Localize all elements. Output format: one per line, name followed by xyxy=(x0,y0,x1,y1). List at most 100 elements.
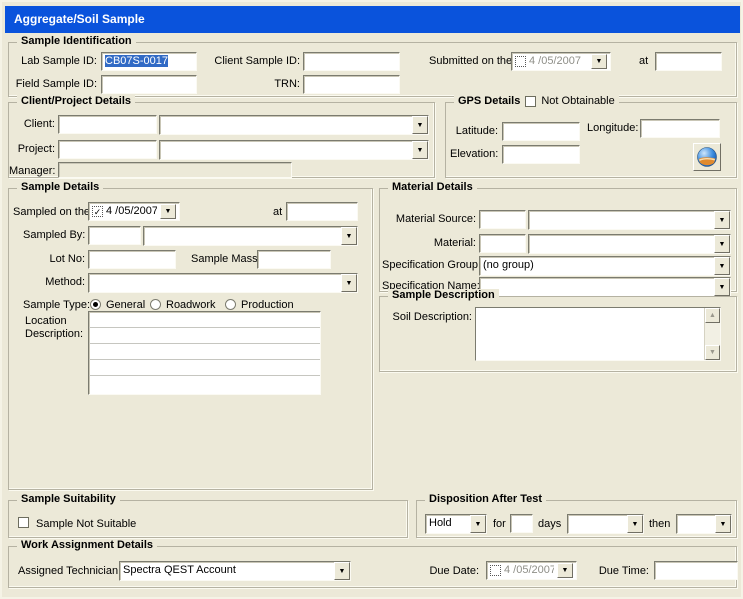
location-description-row[interactable] xyxy=(89,312,320,328)
material-code-field[interactable] xyxy=(479,234,526,253)
scroll-up-icon[interactable]: ▲ xyxy=(705,308,720,323)
gps-not-obtainable-checkbox[interactable]: ✓ xyxy=(525,96,536,107)
material-source-label: Material Source: xyxy=(386,213,476,226)
specification-group-label: Specification Group: xyxy=(382,259,476,272)
client-code-field[interactable] xyxy=(58,115,157,134)
group-title-sample-description: Sample Description xyxy=(392,289,495,301)
disposition-action-value: Hold xyxy=(426,515,470,533)
method-label: Method: xyxy=(39,276,85,289)
group-material-details: Material Details Material Source: ▼ Mate… xyxy=(379,188,737,292)
scroll-down-icon[interactable]: ▼ xyxy=(705,345,720,360)
assigned-technician-value: Spectra QEST Account xyxy=(120,562,334,580)
chevron-down-icon[interactable]: ▼ xyxy=(160,204,176,219)
gps-not-obtainable-label: Not Obtainable xyxy=(541,95,614,107)
soil-description-textarea[interactable]: ▲ ▼ xyxy=(475,307,721,361)
chevron-down-icon[interactable]: ▼ xyxy=(714,235,730,253)
window-title: Aggregate/Soil Sample xyxy=(5,6,740,33)
chevron-down-icon[interactable]: ▼ xyxy=(627,515,643,533)
specification-name-combobox[interactable]: ▼ xyxy=(479,277,731,297)
material-label: Material: xyxy=(386,237,476,250)
due-time-field[interactable] xyxy=(654,561,738,580)
chevron-down-icon[interactable]: ▼ xyxy=(341,274,357,292)
chevron-down-icon[interactable]: ▼ xyxy=(714,278,730,296)
material-source-value xyxy=(529,211,714,229)
radio-general[interactable] xyxy=(90,299,101,310)
submitted-at-field[interactable] xyxy=(655,52,722,71)
due-date-checkbox[interactable]: ✓ xyxy=(490,565,501,576)
lot-no-label: Lot No: xyxy=(39,253,85,266)
chevron-down-icon[interactable]: ▼ xyxy=(714,257,730,275)
material-source-code-field[interactable] xyxy=(479,210,526,229)
latitude-field[interactable] xyxy=(502,122,580,141)
submitted-date-value: 4 /05/2007 xyxy=(529,55,588,68)
project-combobox[interactable]: ▼ xyxy=(159,140,429,160)
disposition-period-combobox[interactable]: ▼ xyxy=(567,514,644,534)
elevation-field[interactable] xyxy=(502,145,580,164)
sample-mass-field[interactable] xyxy=(257,250,331,269)
sampled-by-code-field[interactable] xyxy=(88,226,141,245)
client-name-value xyxy=(160,116,412,134)
location-description-row[interactable] xyxy=(89,344,320,360)
sampled-at-field[interactable] xyxy=(286,202,358,221)
disposition-for-label: for xyxy=(493,518,506,531)
longitude-field[interactable] xyxy=(640,119,720,138)
assigned-technician-combobox[interactable]: Spectra QEST Account ▼ xyxy=(119,561,351,581)
location-description-box[interactable] xyxy=(88,311,321,395)
submitted-date-checkbox[interactable]: ✓ xyxy=(515,56,526,67)
group-sample-identification: Sample Identification Lab Sample ID: CB0… xyxy=(8,42,737,97)
due-time-label: Due Time: xyxy=(597,565,649,578)
chevron-down-icon[interactable]: ▼ xyxy=(412,141,428,159)
trn-field[interactable] xyxy=(303,75,400,94)
chevron-down-icon[interactable]: ▼ xyxy=(714,211,730,229)
chevron-down-icon[interactable]: ▼ xyxy=(341,227,357,245)
google-earth-button[interactable] xyxy=(693,143,721,171)
chevron-down-icon[interactable]: ▼ xyxy=(412,116,428,134)
sampled-date-picker[interactable]: ✓ 4 /05/2007 ▼ xyxy=(88,202,180,221)
longitude-label: Longitude: xyxy=(587,122,638,135)
disposition-action-combobox[interactable]: Hold ▼ xyxy=(425,514,487,534)
lot-no-field[interactable] xyxy=(88,250,176,269)
material-source-combobox[interactable]: ▼ xyxy=(528,210,731,230)
client-combobox[interactable]: ▼ xyxy=(159,115,429,135)
google-earth-icon xyxy=(696,146,718,168)
sampled-by-combobox[interactable]: ▼ xyxy=(143,226,358,246)
sampled-on-label: Sampled on the xyxy=(13,206,90,219)
lab-sample-id-label: Lab Sample ID: xyxy=(13,55,97,68)
method-combobox[interactable]: ▼ xyxy=(88,273,358,293)
chevron-down-icon[interactable]: ▼ xyxy=(715,515,731,533)
due-date-picker[interactable]: ✓ 4 /05/2007 ▼ xyxy=(486,561,577,580)
due-date-label: Due Date: xyxy=(427,565,479,578)
assigned-technician-label: Assigned Technician: xyxy=(18,565,121,578)
soil-description-scrollbar[interactable]: ▲ ▼ xyxy=(704,308,720,360)
manager-field xyxy=(58,162,292,178)
chevron-down-icon[interactable]: ▼ xyxy=(470,515,486,533)
chevron-down-icon[interactable]: ▼ xyxy=(591,54,607,69)
location-description-row[interactable] xyxy=(89,360,320,376)
group-title-work-assignment: Work Assignment Details xyxy=(21,539,153,551)
group-title-client-project: Client/Project Details xyxy=(21,95,131,107)
material-combobox[interactable]: ▼ xyxy=(528,234,731,254)
specification-group-combobox[interactable]: (no group) ▼ xyxy=(479,256,731,276)
disposition-days-field[interactable] xyxy=(510,514,533,533)
field-sample-id-field[interactable] xyxy=(101,75,197,94)
disposition-then-combobox[interactable]: ▼ xyxy=(676,514,732,534)
radio-roadwork[interactable] xyxy=(150,299,161,310)
sample-type-label: Sample Type: xyxy=(23,299,90,312)
sampled-by-label: Sampled By: xyxy=(23,229,85,242)
project-code-field[interactable] xyxy=(58,140,157,159)
location-description-row[interactable] xyxy=(89,328,320,344)
location-description-row[interactable] xyxy=(89,376,320,392)
manager-label: Manager: xyxy=(9,165,55,178)
submitted-date-picker[interactable]: ✓ 4 /05/2007 ▼ xyxy=(511,52,611,71)
sample-not-suitable-checkbox[interactable]: ✓ xyxy=(18,517,29,528)
lab-sample-id-field[interactable]: CB07S-0017 xyxy=(101,52,197,71)
chevron-down-icon[interactable]: ▼ xyxy=(334,562,350,580)
chevron-down-icon[interactable]: ▼ xyxy=(557,563,573,578)
radio-production[interactable] xyxy=(225,299,236,310)
sampled-date-checkbox[interactable]: ✓ xyxy=(92,206,103,217)
client-sample-id-field[interactable] xyxy=(303,52,400,71)
group-sample-details: Sample Details Sampled on the ✓ 4 /05/20… xyxy=(8,188,373,490)
location-description-label: Location Description: xyxy=(25,315,83,341)
soil-description-value[interactable] xyxy=(476,308,704,360)
sampled-date-value: 4 /05/2007 xyxy=(106,205,157,218)
